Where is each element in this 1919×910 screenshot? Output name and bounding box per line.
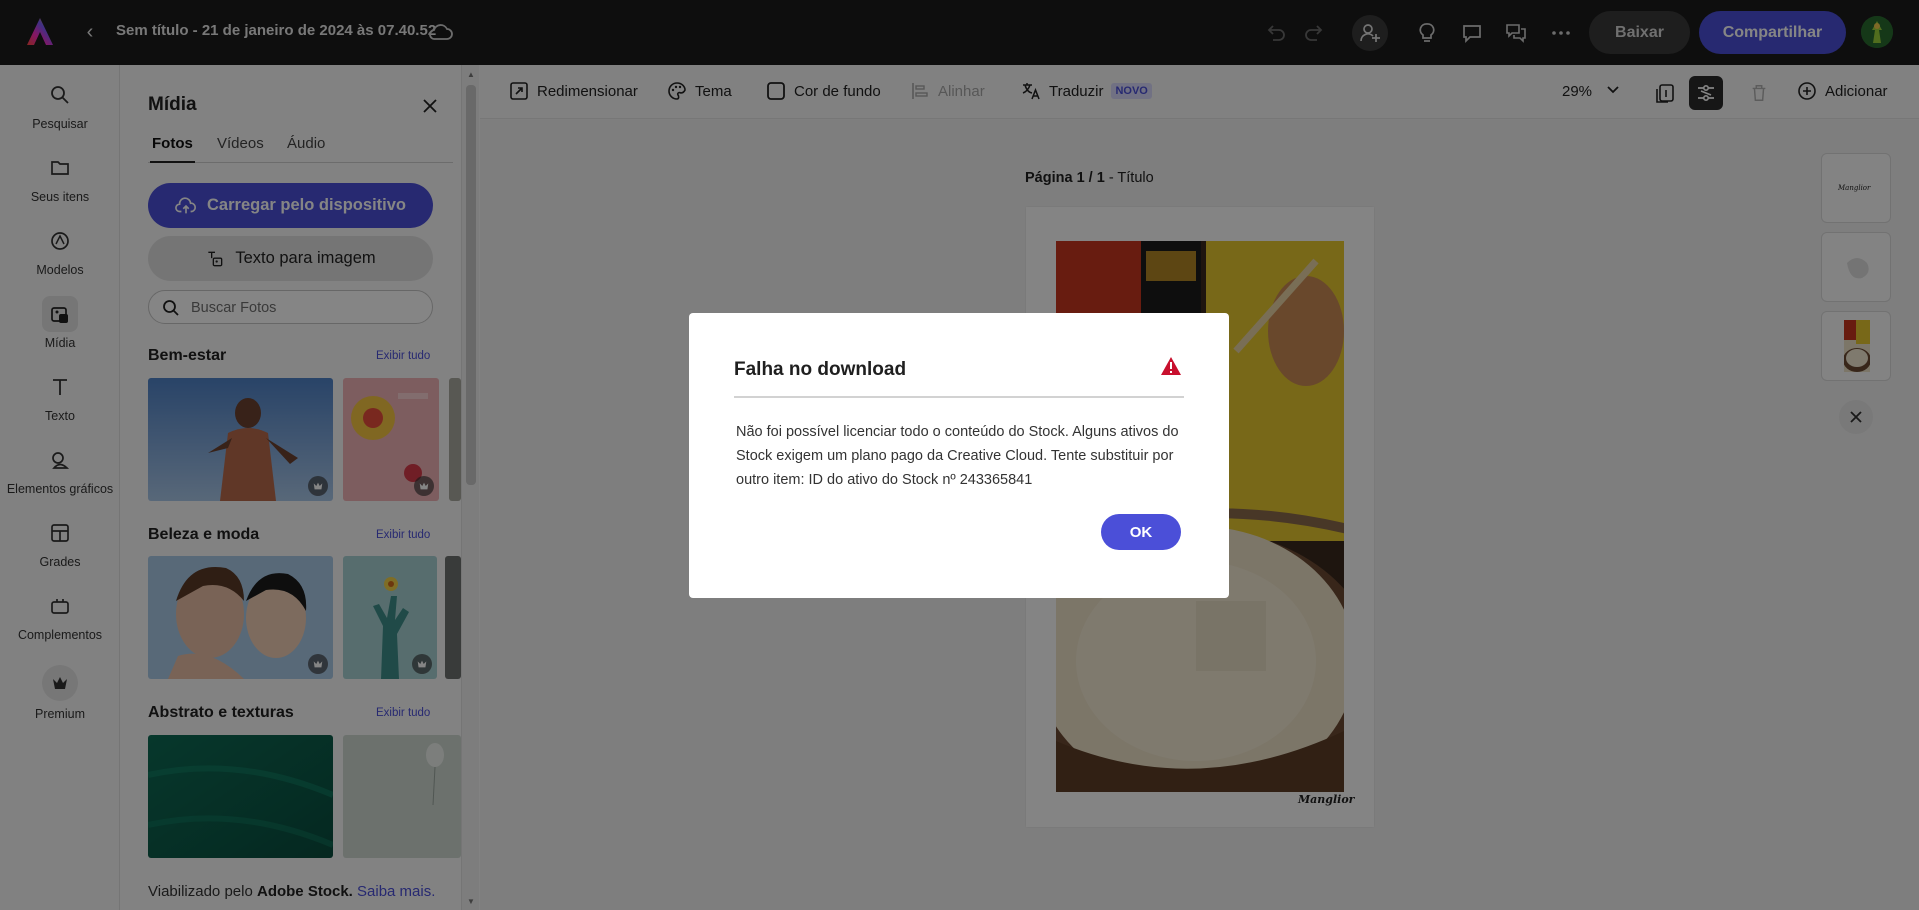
ok-button[interactable]: OK	[1101, 514, 1181, 550]
download-failed-dialog: Falha no download Não foi possível licen…	[689, 313, 1229, 598]
dialog-divider	[734, 396, 1184, 398]
dialog-title: Falha no download	[734, 359, 907, 380]
dialog-message: Não foi possível licenciar todo o conteú…	[736, 424, 1179, 488]
warning-icon	[1160, 356, 1182, 376]
